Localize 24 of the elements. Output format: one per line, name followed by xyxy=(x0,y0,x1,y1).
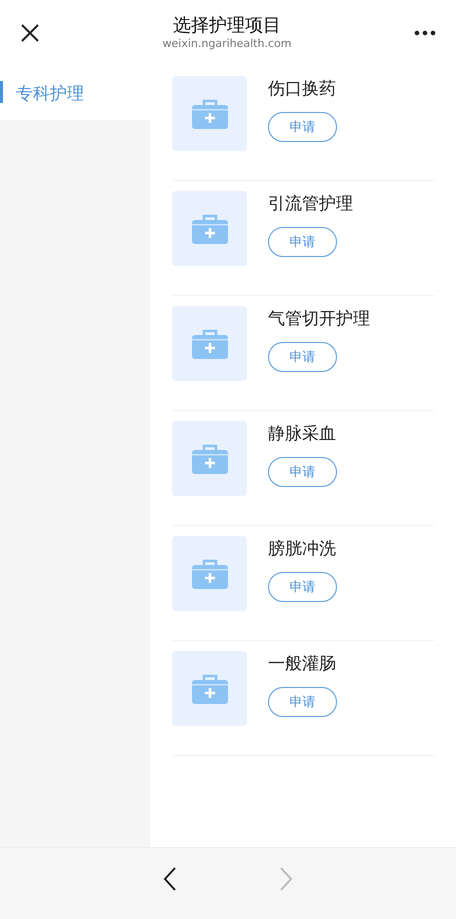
sidebar-item[interactable]: 专科护理 xyxy=(0,66,150,120)
medical-kit-icon xyxy=(192,98,228,128)
apply-button[interactable]: 申请 xyxy=(268,342,337,372)
item-name: 引流管护理 xyxy=(268,193,353,215)
medical-kit-icon xyxy=(192,558,228,588)
item-name: 静脉采血 xyxy=(268,423,337,445)
medical-kit-icon xyxy=(192,328,228,358)
apply-button[interactable]: 申请 xyxy=(268,687,337,717)
close-icon[interactable] xyxy=(20,23,40,43)
medical-kit-icon xyxy=(192,214,228,244)
page-title: 选择护理项目 xyxy=(173,15,281,37)
back-icon[interactable] xyxy=(162,866,178,892)
more-icon[interactable] xyxy=(414,30,436,36)
apply-button[interactable]: 申请 xyxy=(268,572,337,602)
apply-button[interactable]: 申请 xyxy=(268,227,337,257)
item-name: 一般灌肠 xyxy=(268,653,337,675)
medical-kit-icon xyxy=(192,444,228,474)
page-url: weixin.ngarihealth.com xyxy=(162,37,292,51)
item-name: 伤口换药 xyxy=(268,78,337,100)
item-name: 膀胱冲洗 xyxy=(268,538,337,560)
item-name: 气管切开护理 xyxy=(268,308,370,330)
apply-button[interactable]: 申请 xyxy=(268,457,337,487)
apply-button[interactable]: 申请 xyxy=(268,112,337,142)
medical-kit-icon xyxy=(192,674,228,704)
